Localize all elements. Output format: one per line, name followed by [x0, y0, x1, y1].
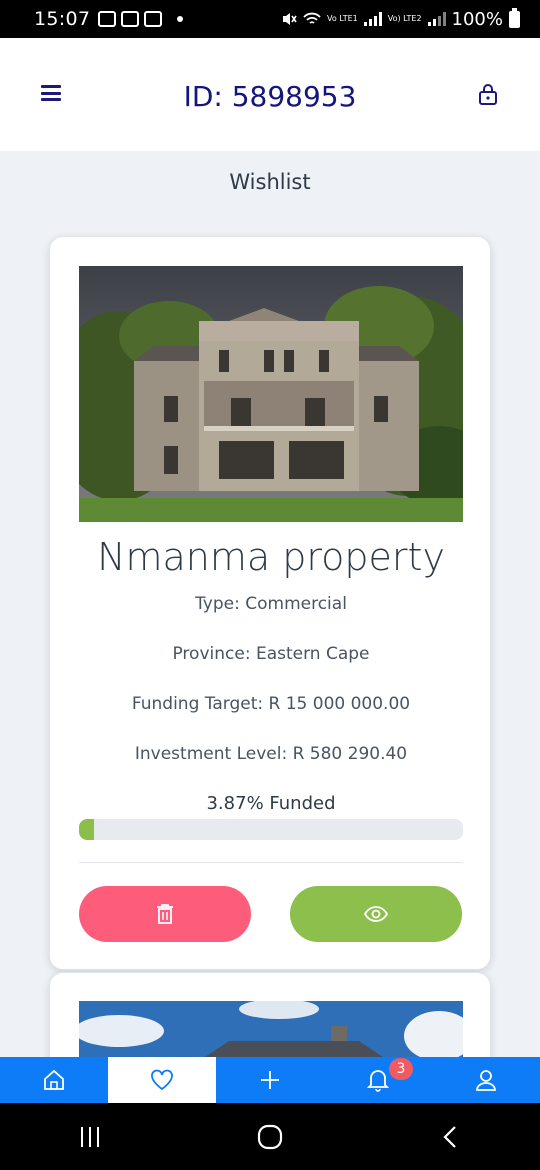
user-icon [476, 1070, 496, 1091]
plus-icon [261, 1071, 279, 1089]
view-button[interactable] [290, 886, 462, 942]
trash-icon [157, 904, 173, 924]
gallery-icon [98, 11, 117, 27]
battery-percent: 100% [451, 8, 503, 30]
investment-level: Investment Level: R 580 290.40 [134, 744, 408, 764]
carrier-2: Vo) LTE2 [387, 14, 422, 23]
nav-notifications[interactable]: 3 [324, 1057, 432, 1103]
back-button[interactable] [420, 1117, 480, 1157]
battery-icon [509, 7, 520, 28]
property-card: Nmanma property Type: Commercial Provinc… [49, 236, 491, 970]
property-province: Province: Eastern Cape [172, 644, 370, 664]
lock-icon[interactable] [477, 82, 499, 106]
property-photo [79, 266, 463, 522]
app-header: ID: 5898953 [0, 38, 540, 151]
teams-icon [144, 11, 163, 27]
heart-icon [151, 1069, 173, 1091]
home-icon [44, 1069, 64, 1090]
property-type: Type: Commercial [195, 594, 347, 614]
wifi-icon [303, 12, 321, 24]
status-time: 15:07 [34, 8, 91, 30]
nav-profile[interactable] [432, 1057, 540, 1103]
bottom-navigation: 3 [0, 1057, 540, 1103]
signal-1-icon [363, 12, 382, 26]
funding-progress-bar [79, 819, 463, 840]
notification-icons [98, 11, 184, 27]
eye-icon [364, 906, 388, 922]
property-name: Nmanma property [97, 535, 445, 579]
bell-icon [367, 1070, 389, 1092]
funded-label: 3.87% Funded [206, 793, 336, 814]
funding-target: Funding Target: R 15 000 000.00 [131, 694, 411, 714]
outlook-icon [121, 11, 140, 27]
status-right: Vo LTE1 Vo) LTE2 100% [281, 7, 520, 30]
divider [79, 862, 463, 863]
system-navigation-bar [0, 1103, 540, 1170]
status-bar: 15:07 Vo LTE1 Vo) LTE2 100% [0, 0, 540, 38]
delete-button[interactable] [79, 886, 251, 942]
nav-add[interactable] [216, 1057, 324, 1103]
notification-badge: 3 [389, 1058, 413, 1080]
home-circle-icon [257, 1124, 283, 1149]
recent-apps-icon [81, 1126, 99, 1147]
signal-2-icon [427, 12, 446, 26]
carrier-1: Vo LTE1 [327, 14, 358, 23]
nav-wishlist[interactable] [108, 1057, 216, 1103]
funding-progress-fill [79, 819, 94, 840]
more-notifications-dot [177, 16, 184, 22]
nav-home[interactable] [0, 1057, 108, 1103]
mute-icon [283, 13, 297, 25]
page-title: ID: 5898953 [183, 80, 357, 113]
home-system-button[interactable] [240, 1117, 300, 1157]
section-title: Wishlist [229, 170, 311, 194]
back-chevron-icon [443, 1125, 456, 1148]
recent-apps-button[interactable] [60, 1117, 120, 1157]
